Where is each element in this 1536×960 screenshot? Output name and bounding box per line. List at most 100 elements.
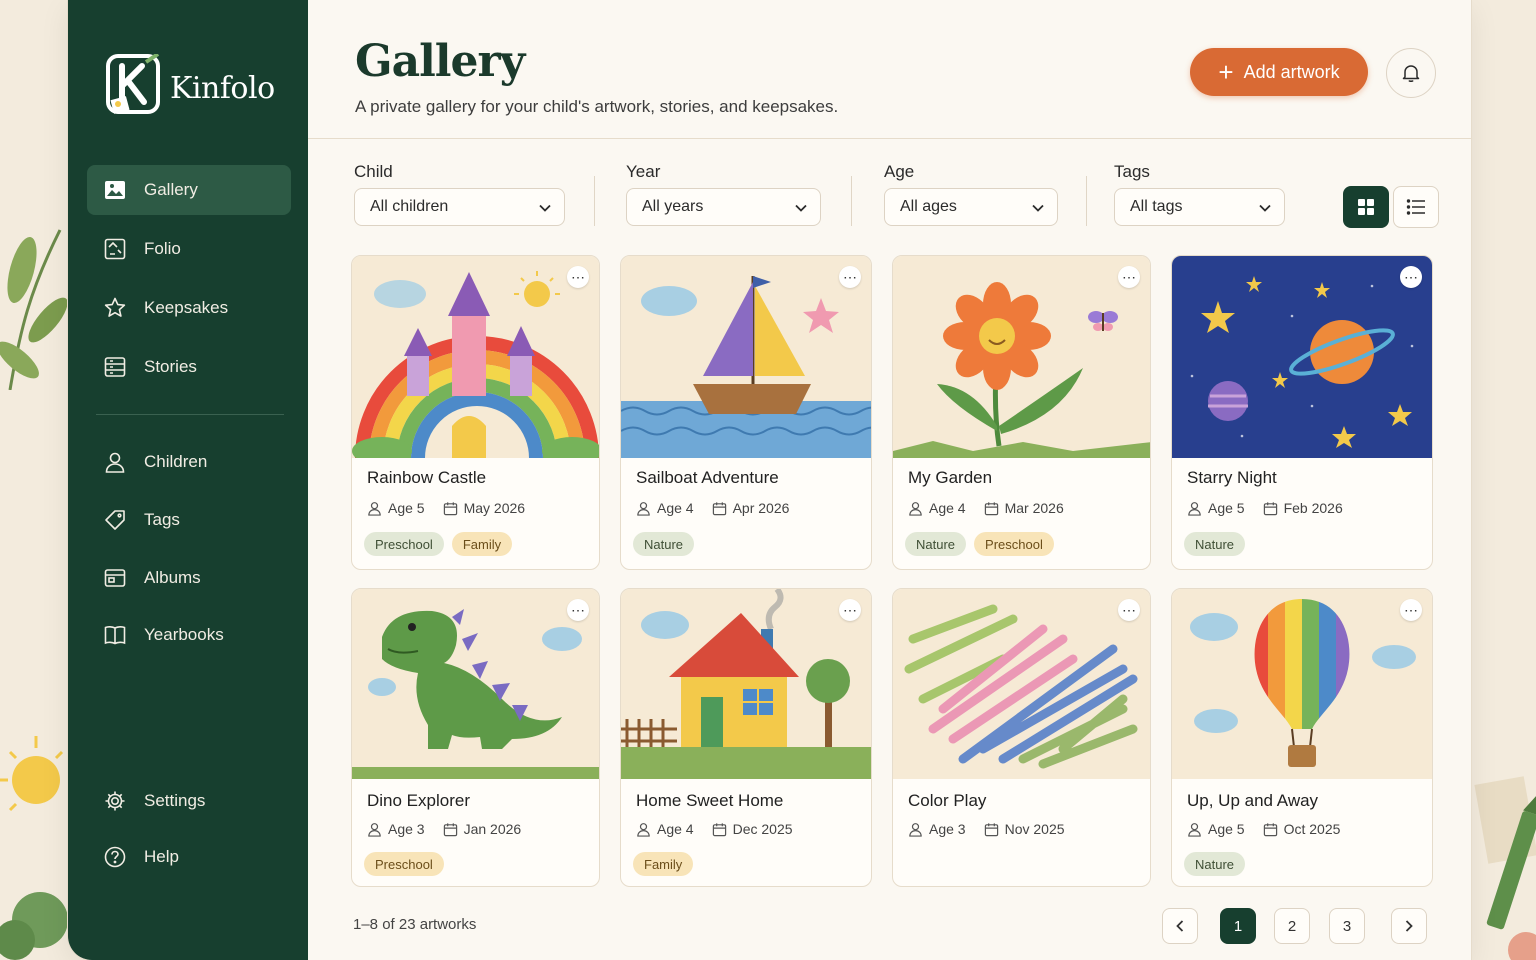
tag-chip[interactable]: Nature xyxy=(905,532,967,556)
tag-chip[interactable]: Preschool xyxy=(364,532,444,556)
tags-select-value: All tags xyxy=(1130,198,1183,215)
album-icon xyxy=(104,569,126,587)
sidebar-item-gallery[interactable]: Gallery xyxy=(87,165,291,215)
calendar-icon xyxy=(443,822,457,836)
chevron-down-icon xyxy=(1032,204,1044,212)
sidebar-item-label: Gallery xyxy=(144,180,198,199)
tag-chip[interactable]: Preschool xyxy=(974,532,1054,556)
more-options-button[interactable]: ⋯ xyxy=(567,266,589,288)
artwork-tags: Preschool Family xyxy=(364,532,520,556)
brand-name: Kinfolo xyxy=(170,70,275,106)
sidebar-item-label: Keepsakes xyxy=(144,298,229,317)
artwork-card[interactable]: ⋯ Home Sweet Home Age 4 Dec 2025 Family xyxy=(620,588,872,887)
age-filter-label: Age xyxy=(884,162,915,181)
tags-select[interactable]: All tags xyxy=(1114,188,1285,226)
sidebar-item-label: Tags xyxy=(144,510,180,529)
artwork-title: Home Sweet Home xyxy=(636,791,784,810)
page-button-2[interactable]: 2 xyxy=(1274,908,1310,944)
next-page-button[interactable] xyxy=(1391,908,1427,944)
year-filter-label: Year xyxy=(626,162,661,181)
person-icon xyxy=(1188,501,1201,516)
person-icon xyxy=(368,501,381,516)
add-artwork-button[interactable]: + Add artwork xyxy=(1190,48,1368,96)
sidebar-item-keepsakes[interactable]: Keepsakes xyxy=(87,283,291,333)
add-artwork-label: Add artwork xyxy=(1243,61,1340,82)
child-filter-label: Child xyxy=(354,162,393,181)
help-icon xyxy=(104,846,126,868)
more-options-button[interactable]: ⋯ xyxy=(1400,266,1422,288)
sidebar-item-children[interactable]: Children xyxy=(87,437,291,487)
sidebar-item-label: Settings xyxy=(144,791,206,810)
crayon-decoration xyxy=(1474,776,1536,960)
year-select-value: All years xyxy=(642,198,704,215)
tag-chip[interactable]: Preschool xyxy=(364,852,444,876)
child-select[interactable]: All children xyxy=(354,188,565,226)
sidebar-item-settings[interactable]: Settings xyxy=(87,776,291,826)
prev-page-button[interactable] xyxy=(1162,908,1198,944)
artwork-thumbnail-color-play xyxy=(893,589,1150,779)
artwork-card[interactable]: ⋯ Color Play Age 3 Nov 2025 xyxy=(892,588,1151,887)
page-button-1[interactable]: 1 xyxy=(1220,908,1256,944)
artwork-age: Age 3 xyxy=(929,821,966,837)
more-options-button[interactable]: ⋯ xyxy=(839,599,861,621)
calendar-icon xyxy=(1263,501,1277,515)
artwork-age: Age 5 xyxy=(1208,821,1245,837)
tag-chip[interactable]: Nature xyxy=(1184,852,1246,876)
person-icon xyxy=(1188,822,1201,837)
artwork-card[interactable]: ⋯ Starry Night Age 5 Feb 2026 Nature xyxy=(1171,255,1433,570)
stories-icon xyxy=(104,357,126,377)
bush-decoration xyxy=(0,892,68,960)
artwork-card[interactable]: ⋯ Sailboat Adventure Age 4 Apr 2026 Natu… xyxy=(620,255,872,570)
app-window: Kinfolo Gallery Folio Keepsakes Stories … xyxy=(68,0,1471,960)
artwork-card[interactable]: ⋯ My Garden Age 4 Mar 2026 Nature Presch… xyxy=(892,255,1151,570)
header-divider xyxy=(308,138,1471,139)
book-icon xyxy=(104,626,126,645)
list-view-button[interactable] xyxy=(1393,186,1439,228)
more-options-button[interactable]: ⋯ xyxy=(567,599,589,621)
more-options-button[interactable]: ⋯ xyxy=(1400,599,1422,621)
brand-logo[interactable]: Kinfolo xyxy=(106,54,275,122)
more-options-button[interactable]: ⋯ xyxy=(1118,599,1140,621)
artwork-card[interactable]: ⋯ Dino Explorer Age 3 Jan 2026 Preschool xyxy=(351,588,600,887)
more-options-button[interactable]: ⋯ xyxy=(1118,266,1140,288)
tag-chip[interactable]: Nature xyxy=(1184,532,1246,556)
artwork-age: Age 4 xyxy=(657,821,694,837)
folio-icon xyxy=(104,238,126,260)
sidebar-item-yearbooks[interactable]: Yearbooks xyxy=(87,610,291,660)
sidebar: Kinfolo Gallery Folio Keepsakes Stories … xyxy=(68,0,308,960)
page-button-3[interactable]: 3 xyxy=(1329,908,1365,944)
sidebar-item-help[interactable]: Help xyxy=(87,832,291,882)
sidebar-item-tags[interactable]: Tags xyxy=(87,495,291,545)
more-options-button[interactable]: ⋯ xyxy=(839,266,861,288)
sidebar-divider xyxy=(96,414,284,415)
sidebar-item-stories[interactable]: Stories xyxy=(87,342,291,392)
filter-divider xyxy=(594,176,595,226)
sidebar-item-albums[interactable]: Albums xyxy=(87,553,291,603)
year-select[interactable]: All years xyxy=(626,188,821,226)
artwork-card[interactable]: ⋯ Rainbow Castle Age 5 May 2026 Preschoo… xyxy=(351,255,600,570)
artwork-tags: Nature xyxy=(1184,852,1253,876)
person-icon xyxy=(909,822,922,837)
sun-decoration xyxy=(0,736,64,812)
filter-divider xyxy=(851,176,852,226)
artwork-card[interactable]: ⋯ Up, Up and Away Age 5 Oct 2025 Nature xyxy=(1171,588,1433,887)
chevron-down-icon xyxy=(1259,204,1271,212)
artwork-age: Age 5 xyxy=(1208,500,1245,516)
artwork-meta: Age 4 Mar 2026 xyxy=(908,500,1082,516)
artwork-meta: Age 5 Oct 2025 xyxy=(1187,821,1358,837)
sidebar-item-label: Folio xyxy=(144,239,181,258)
artwork-date: Feb 2026 xyxy=(1283,500,1343,516)
list-icon xyxy=(1406,199,1425,215)
page-title: Gallery xyxy=(355,36,525,87)
tag-chip[interactable]: Nature xyxy=(633,532,695,556)
sidebar-item-label: Help xyxy=(144,847,179,866)
artwork-tags: Family xyxy=(633,852,701,876)
tag-chip[interactable]: Family xyxy=(451,532,513,556)
age-select[interactable]: All ages xyxy=(884,188,1058,226)
chevron-down-icon xyxy=(795,204,807,212)
star-icon xyxy=(104,297,126,317)
notifications-button[interactable] xyxy=(1386,48,1436,98)
tag-chip[interactable]: Family xyxy=(633,852,694,876)
sidebar-item-folio[interactable]: Folio xyxy=(87,224,291,274)
grid-view-button[interactable] xyxy=(1343,186,1389,228)
